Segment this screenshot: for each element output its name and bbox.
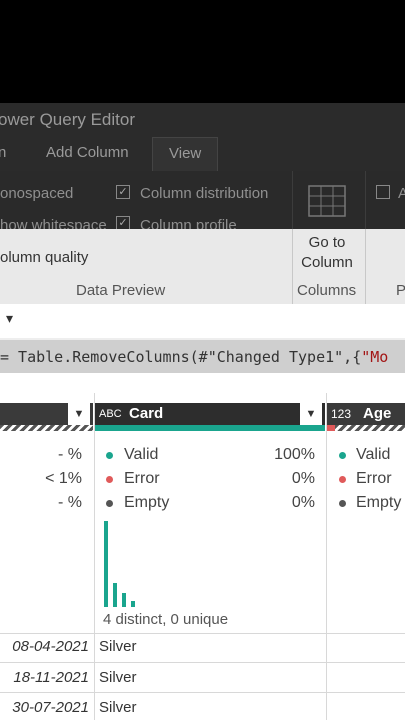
error-percent: 0% [291, 470, 315, 487]
valid-dot [106, 452, 113, 459]
empty-dot [339, 500, 346, 507]
error-label: Error [356, 470, 392, 487]
quality-bar [0, 425, 93, 431]
valid-label: Valid [356, 446, 391, 463]
filter-dropdown-icon[interactable]: ▼ [68, 403, 90, 425]
error-percent: < 1% [45, 470, 82, 487]
group-columns: Columns [297, 282, 357, 299]
window-title-bar: ower Query Editor [0, 103, 405, 137]
group-partial: P [396, 282, 405, 299]
column-distribution-chart [100, 519, 320, 607]
column-header-label: Age [363, 405, 392, 422]
group-data-preview: Data Preview [76, 282, 166, 299]
text-type-icon[interactable]: ABC [99, 403, 122, 425]
window-title: ower Query Editor [0, 110, 135, 129]
distribution-summary: 4 distinct, 0 unique [103, 611, 229, 628]
filter-dropdown-icon[interactable]: ▼ [300, 403, 322, 425]
column-header-label: Card [129, 405, 164, 422]
date-cell[interactable]: 18-11-2021 [13, 669, 89, 686]
tab-add-column[interactable]: Add Column [46, 137, 129, 171]
ribbon-lower: olumn quality Go to Column Data Preview … [0, 229, 405, 304]
column-header-age[interactable]: 123 Age [327, 403, 405, 425]
formula-text: = Table.RemoveColumns(#"Changed Type1",{ [0, 348, 362, 366]
goto-column-button[interactable]: Go to Column [294, 233, 360, 273]
chevron-down-icon[interactable]: ▾ [6, 310, 13, 327]
column-distribution-checkbox[interactable]: ✓ [116, 185, 130, 199]
number-type-icon[interactable]: 123 [331, 403, 351, 425]
card-cell[interactable]: Silver [99, 669, 137, 686]
column-distribution-label: Column distribution [140, 185, 269, 202]
card-cell[interactable]: Silver [99, 638, 137, 655]
column-header-card[interactable]: ABC Card ▼ [95, 403, 325, 425]
ribbon-upper: onospaced ✓ Column distribution how whit… [0, 171, 405, 234]
valid-percent: - % [58, 446, 82, 463]
valid-dot [339, 452, 346, 459]
empty-label: Empty [356, 494, 402, 511]
tab-transform[interactable]: n [0, 137, 6, 171]
right-option-checkbox[interactable] [376, 185, 390, 199]
column-quality-option[interactable]: olumn quality [0, 249, 88, 266]
valid-percent: 100% [274, 446, 315, 463]
distribution-bar[interactable] [104, 521, 108, 607]
right-option-label: A [398, 185, 405, 202]
column-profile-checkbox[interactable]: ✓ [116, 216, 130, 230]
empty-dot [106, 500, 113, 507]
quality-bar [335, 425, 405, 431]
date-cell[interactable]: 08-04-2021 [12, 638, 89, 655]
formula-string: "Mo [361, 348, 389, 366]
error-dot [106, 476, 113, 483]
quality-bar [327, 425, 335, 431]
ribbon-tabs: n Add Column View [0, 137, 405, 171]
valid-label: Valid [124, 446, 159, 463]
empty-percent: - % [58, 494, 82, 511]
tab-view[interactable]: View [152, 137, 218, 171]
distribution-bar[interactable] [122, 593, 126, 607]
date-cell[interactable]: 30-07-2021 [12, 699, 89, 716]
formula-bar[interactable]: = Table.RemoveColumns(#"Changed Type1",{… [0, 340, 405, 373]
empty-percent: 0% [291, 494, 315, 511]
monospaced-option[interactable]: onospaced [0, 185, 73, 202]
distribution-bar[interactable] [131, 601, 135, 607]
quality-bar [95, 425, 325, 431]
query-bar: ▾ [0, 304, 405, 339]
card-cell[interactable]: Silver [99, 699, 137, 716]
error-dot [339, 476, 346, 483]
error-label: Error [124, 470, 160, 487]
data-grid: ▼ ABC Card ▼ 123 Age - % < 1% - % Valid … [0, 393, 405, 720]
distribution-bar[interactable] [113, 583, 117, 607]
empty-label: Empty [124, 494, 170, 511]
column-header-0[interactable]: ▼ [0, 403, 93, 425]
grid-icon [308, 185, 346, 217]
